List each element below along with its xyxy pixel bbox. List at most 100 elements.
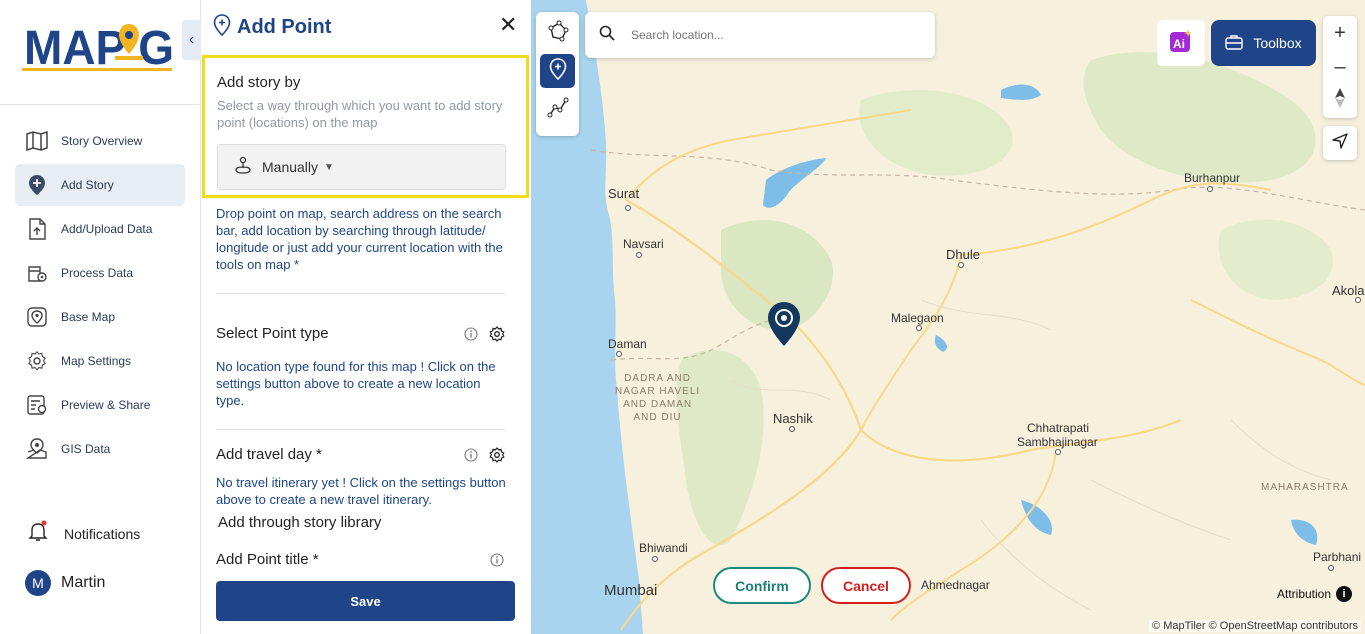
city-label: Ahmednagar bbox=[921, 578, 990, 592]
sidebar-item-label: GIS Data bbox=[61, 442, 111, 456]
ai-assistant-button[interactable]: Ai bbox=[1157, 20, 1205, 66]
notifications-label: Notifications bbox=[64, 525, 141, 542]
add-point-tool[interactable] bbox=[540, 54, 575, 88]
city-marker bbox=[916, 325, 922, 331]
city-label: Bhiwandi bbox=[639, 541, 688, 555]
city-label: Nashik bbox=[773, 411, 813, 426]
map-pin-plus-icon bbox=[213, 14, 231, 41]
toolbox-button[interactable]: Toolbox bbox=[1211, 20, 1316, 66]
city-marker bbox=[789, 426, 795, 432]
manual-location-icon bbox=[234, 156, 252, 179]
story-library-link[interactable]: Add through story library bbox=[218, 514, 381, 531]
point-type-message: No location type found for this map ! Cl… bbox=[216, 359, 496, 408]
city-label: Dhule bbox=[946, 247, 980, 262]
cancel-button[interactable]: Cancel bbox=[821, 567, 911, 604]
region-label-line: AND DIU bbox=[633, 412, 682, 423]
region-label-line: AND DAMAN bbox=[623, 399, 693, 410]
search-icon bbox=[599, 25, 615, 46]
attribution-button[interactable]: Attribution i bbox=[1277, 586, 1353, 602]
settings-gear-icon[interactable] bbox=[489, 447, 505, 463]
city-label: Akola bbox=[1332, 283, 1365, 298]
region-label: MAHARASHTRA bbox=[1261, 482, 1349, 493]
map-pin-plus-icon bbox=[25, 173, 49, 197]
panel-title: Add Point bbox=[237, 16, 332, 38]
sidebar-item-base-map[interactable]: Base Map bbox=[15, 296, 185, 338]
sidebar-item-label: Preview & Share bbox=[61, 398, 151, 412]
sidebar-item-preview-share[interactable]: Preview & Share bbox=[15, 384, 185, 426]
section-divider bbox=[216, 429, 505, 430]
point-type-title: Select Point type bbox=[216, 325, 329, 342]
info-icon[interactable] bbox=[463, 447, 479, 463]
city-label: Burhanpur bbox=[1184, 171, 1241, 185]
search-input[interactable] bbox=[631, 28, 911, 42]
draw-line-tool[interactable] bbox=[540, 92, 575, 126]
attribution-label: Attribution bbox=[1277, 587, 1332, 601]
draw-polygon-tool[interactable] bbox=[540, 16, 575, 50]
city-label: Mumbai bbox=[604, 582, 658, 599]
map-canvas[interactable]: Surat Navsari Dhule Burhanpur Akola Male… bbox=[531, 0, 1365, 634]
gis-data-icon bbox=[25, 437, 49, 461]
sidebar-item-process-data[interactable]: Process Data bbox=[15, 252, 185, 294]
city-marker bbox=[1355, 297, 1361, 303]
collapse-sidebar-button[interactable]: ‹ bbox=[182, 20, 201, 60]
sidebar-nav: Story Overview Add Story Add/Upload Data… bbox=[15, 120, 185, 472]
zoom-out-button[interactable]: – bbox=[1323, 50, 1357, 84]
add-point-panel: Add Point ✕ Add story by Select a way th… bbox=[201, 0, 531, 634]
sidebar-item-story-overview[interactable]: Story Overview bbox=[15, 120, 185, 162]
sidebar-item-gis-data[interactable]: GIS Data bbox=[15, 428, 185, 470]
zoom-in-button[interactable]: + bbox=[1323, 16, 1357, 50]
city-label: Chhatrapati bbox=[1027, 421, 1090, 435]
user-profile[interactable]: M Martin bbox=[25, 570, 105, 596]
plus-icon: + bbox=[1334, 21, 1346, 44]
city-label: Navsari bbox=[623, 237, 664, 251]
sidebar-item-label: Base Map bbox=[61, 310, 116, 324]
city-marker bbox=[636, 252, 642, 258]
close-panel-button[interactable]: ✕ bbox=[499, 14, 517, 36]
map-pin-icon[interactable] bbox=[767, 301, 801, 347]
sidebar-item-add-upload-data[interactable]: Add/Upload Data bbox=[15, 208, 185, 250]
save-button[interactable]: Save bbox=[216, 581, 515, 621]
drawing-tool-strip bbox=[536, 12, 579, 136]
svg-text:MAP G: MAP G bbox=[24, 22, 174, 72]
add-point-help-text: Drop point on map, search address on the… bbox=[216, 206, 503, 272]
gear-icon bbox=[25, 349, 49, 373]
compass-button[interactable] bbox=[1323, 84, 1357, 118]
travel-day-actions bbox=[463, 447, 505, 463]
preview-share-icon bbox=[25, 393, 49, 417]
avatar: M bbox=[25, 570, 51, 596]
sidebar-item-map-settings[interactable]: Map Settings bbox=[15, 340, 185, 382]
user-name: Martin bbox=[61, 574, 106, 591]
location-search bbox=[585, 12, 935, 58]
region-label: DADRA AND NAGAR HAVELI AND DAMAN AND DIU bbox=[615, 372, 700, 424]
briefcase-icon bbox=[1225, 34, 1244, 53]
region-label-line: DADRA AND bbox=[624, 373, 691, 384]
locate-me-button[interactable] bbox=[1323, 126, 1357, 160]
confirm-button[interactable]: Confirm bbox=[713, 567, 811, 604]
polyline-icon bbox=[547, 96, 569, 123]
base-map-icon bbox=[25, 305, 49, 329]
sidebar-item-label: Add Story bbox=[61, 178, 114, 192]
mapog-logo[interactable]: MAP G bbox=[22, 18, 177, 72]
settings-gear-icon[interactable] bbox=[489, 326, 505, 342]
point-title-label: Add Point title * bbox=[216, 551, 319, 568]
ai-icon: Ai bbox=[1169, 28, 1193, 58]
info-icon[interactable] bbox=[463, 326, 479, 342]
svg-text:Ai: Ai bbox=[1173, 37, 1185, 51]
sidebar: MAP G ‹ Story Overview Add Story Add/Upl… bbox=[0, 0, 201, 634]
city-marker bbox=[616, 351, 622, 357]
sidebar-item-label: Map Settings bbox=[61, 354, 132, 368]
map-copyright: © MapTiler © OpenStreetMap contributors bbox=[1149, 620, 1361, 632]
logo-divider bbox=[0, 104, 200, 105]
add-method-dropdown[interactable]: Manually ▼ bbox=[217, 144, 506, 190]
add-story-by-title: Add story by bbox=[217, 74, 301, 91]
point-type-actions bbox=[463, 326, 505, 342]
city-label: Surat bbox=[608, 186, 640, 201]
section-divider bbox=[216, 293, 505, 294]
point-title-actions bbox=[489, 552, 505, 568]
info-icon[interactable] bbox=[489, 552, 505, 568]
notifications-button[interactable]: Notifications bbox=[28, 520, 140, 547]
process-data-icon bbox=[25, 261, 49, 285]
sidebar-item-add-story[interactable]: Add Story bbox=[15, 164, 185, 206]
compass-icon bbox=[1334, 87, 1346, 115]
navigation-arrow-icon bbox=[1332, 132, 1348, 154]
